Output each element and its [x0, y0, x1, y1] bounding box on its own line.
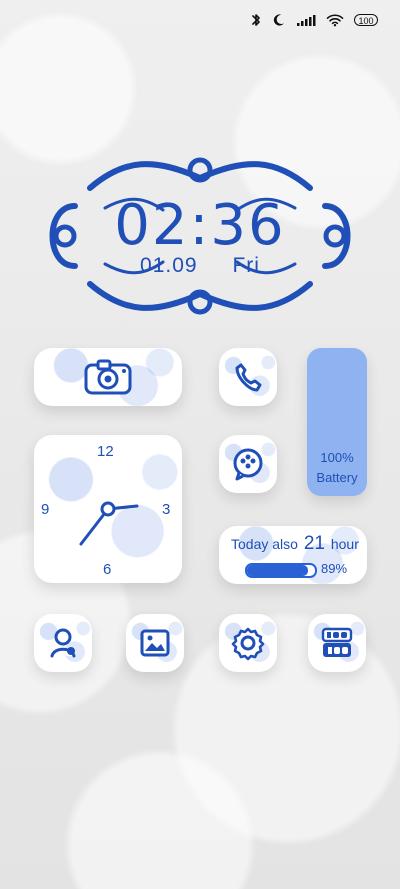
battery-percentage: 100: [354, 14, 378, 26]
status-bar: 100: [250, 10, 378, 30]
analog-clock-widget[interactable]: 12 3 6 9: [34, 435, 182, 583]
digital-time: 02:36: [114, 193, 286, 258]
image-icon: [140, 629, 170, 657]
chat-bubble-icon: [233, 448, 263, 481]
screen-time-hours: 21: [303, 533, 325, 554]
date-text: 01.09: [140, 254, 198, 277]
screen-time-progress: [245, 563, 317, 578]
wifi-icon: [326, 13, 344, 27]
date-row: 01.09 Fri: [35, 254, 365, 278]
app-settings-tile[interactable]: [219, 614, 277, 672]
screen-time-progress-label: 89%: [321, 561, 348, 576]
weekday-text: Fri: [232, 254, 260, 277]
battery-widget-text: 100% Battery: [307, 448, 367, 488]
clock-widget[interactable]: 02:36 01.09 Fri: [35, 148, 365, 324]
app-chat-tile[interactable]: [219, 435, 277, 493]
camera-icon: [84, 359, 132, 395]
app-phone-tile[interactable]: [219, 348, 277, 406]
app-youtube-tile[interactable]: [308, 614, 366, 672]
app-profile-tile[interactable]: [34, 614, 92, 672]
phone-icon: [235, 363, 262, 392]
screen-time-prefix: Today also: [231, 536, 298, 552]
battery-icon: 100: [354, 14, 378, 26]
battery-label: Battery: [316, 470, 358, 485]
screen-time-unit: hour: [330, 536, 359, 552]
battery-widget[interactable]: 100% Battery: [307, 348, 367, 496]
bluetooth-icon: [250, 13, 262, 27]
app-gallery-tile[interactable]: [126, 614, 184, 672]
screen-time-text: Today also 21 hour: [231, 533, 359, 555]
screen-time-progress-fill: [247, 565, 308, 576]
app-camera-tile[interactable]: [34, 348, 182, 406]
clock-hands: [79, 501, 139, 546]
screen-time-widget[interactable]: Today also 21 hour 89%: [219, 526, 367, 584]
moon-icon: [272, 13, 286, 27]
gear-icon: [231, 627, 265, 661]
person-icon: [50, 628, 76, 658]
signal-icon: [296, 13, 316, 27]
youtube-icon: [321, 627, 353, 657]
battery-percent: 100%: [320, 450, 354, 465]
